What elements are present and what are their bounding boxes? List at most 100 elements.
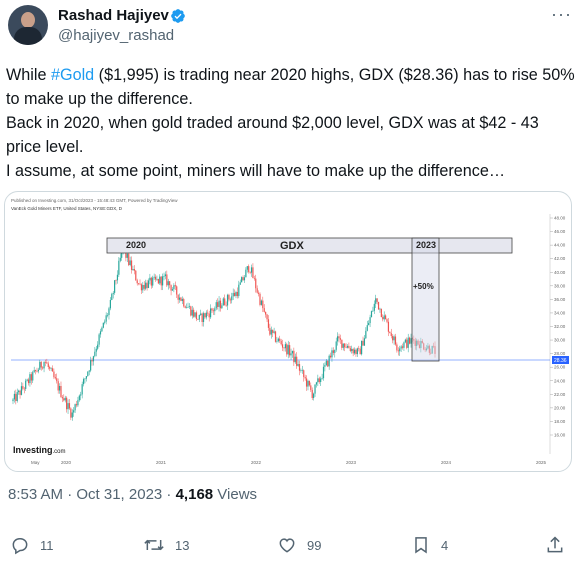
candle <box>399 345 401 356</box>
candle <box>281 339 284 352</box>
candle <box>149 273 151 285</box>
candle <box>74 403 76 413</box>
candle <box>68 399 71 410</box>
author-name[interactable]: Rashad Hajiyev <box>58 7 169 24</box>
candle <box>160 276 162 291</box>
candle <box>346 344 349 349</box>
candle <box>385 314 387 320</box>
x-tick-label: 2025 <box>536 460 547 465</box>
candle <box>224 294 226 306</box>
candle <box>119 253 121 263</box>
price-tag-value: 28.36 <box>554 358 567 364</box>
candle <box>56 373 58 384</box>
candle <box>54 373 56 380</box>
candle <box>269 323 271 336</box>
candle <box>267 315 270 331</box>
label-gain: +50% <box>413 282 434 291</box>
candle <box>298 360 301 376</box>
candle <box>214 306 216 316</box>
candle <box>61 395 63 403</box>
candle <box>185 303 188 309</box>
candle <box>105 312 107 325</box>
candle <box>324 362 326 372</box>
candle <box>183 297 185 308</box>
candle <box>12 397 14 405</box>
candle <box>218 296 220 312</box>
candle <box>235 290 237 299</box>
candle <box>27 377 30 386</box>
candle <box>289 341 291 358</box>
candle <box>358 345 360 352</box>
candle <box>370 310 373 318</box>
candle <box>215 299 217 311</box>
price-candles <box>12 245 436 421</box>
candle <box>97 341 99 351</box>
candle <box>20 382 23 396</box>
candle <box>143 281 145 291</box>
author-handle[interactable]: @hajiyev_rashad <box>58 27 174 44</box>
candle <box>243 275 246 283</box>
candle <box>228 293 230 302</box>
more-options-icon[interactable]: ··· <box>551 4 572 25</box>
y-tick-label: 46.00 <box>554 229 566 234</box>
y-tick-label: 24.00 <box>554 378 566 383</box>
x-tick-label: 2021 <box>156 460 167 465</box>
candle <box>85 376 87 382</box>
candle <box>383 311 385 322</box>
y-tick-label: 48.00 <box>554 216 566 221</box>
annotation-box-gain <box>411 237 440 362</box>
candle <box>29 371 31 387</box>
candle <box>184 305 186 309</box>
candle <box>339 334 342 344</box>
candle <box>80 391 82 401</box>
candle <box>162 273 164 291</box>
candle <box>406 337 408 350</box>
candle <box>279 335 281 343</box>
candle <box>266 313 268 323</box>
candle <box>231 292 233 304</box>
candle <box>88 369 90 376</box>
candle <box>394 333 397 346</box>
candle <box>195 310 198 322</box>
share-icon <box>545 535 565 555</box>
candle <box>365 327 367 340</box>
bookmark-button[interactable]: 4 <box>411 530 448 560</box>
candle <box>310 382 312 392</box>
candle <box>51 365 54 372</box>
candle <box>43 361 45 373</box>
avatar[interactable] <box>8 5 48 45</box>
candle <box>349 345 351 353</box>
candle <box>397 347 399 356</box>
timestamp[interactable]: 8:53 AM · Oct 31, 2023 · <box>8 486 176 503</box>
chart-publisher-line: Published on Investing.com, 31/Oct/2023 … <box>11 198 178 203</box>
candle <box>296 352 298 369</box>
repost-button[interactable]: 13 <box>143 530 189 560</box>
hashtag-link[interactable]: #Gold <box>51 66 94 84</box>
candle <box>22 382 24 391</box>
candle <box>219 297 222 312</box>
candle <box>46 358 48 364</box>
candle <box>352 347 354 357</box>
x-tick-label: 2024 <box>441 460 452 465</box>
candle <box>229 297 231 304</box>
candle <box>373 300 375 314</box>
reply-button[interactable]: 11 <box>10 530 54 560</box>
y-tick-label: 28.00 <box>554 351 566 356</box>
candle <box>91 357 93 366</box>
candle <box>64 395 66 403</box>
candle <box>153 273 155 280</box>
candle <box>249 271 251 275</box>
y-tick-label: 38.00 <box>554 283 566 288</box>
bookmark-icon <box>411 535 431 555</box>
gdx-chart: Published on Investing.com, 31/Oct/2023 … <box>11 198 569 465</box>
candle <box>163 272 165 281</box>
share-button[interactable] <box>545 530 565 560</box>
candle <box>26 378 28 382</box>
candle <box>287 340 289 359</box>
candle <box>353 347 356 355</box>
chart-image[interactable]: Published on Investing.com, 31/Oct/2023 … <box>4 191 572 472</box>
like-button[interactable]: 99 <box>277 530 321 560</box>
candle <box>32 370 34 384</box>
candle <box>44 359 47 367</box>
candle <box>392 334 394 344</box>
